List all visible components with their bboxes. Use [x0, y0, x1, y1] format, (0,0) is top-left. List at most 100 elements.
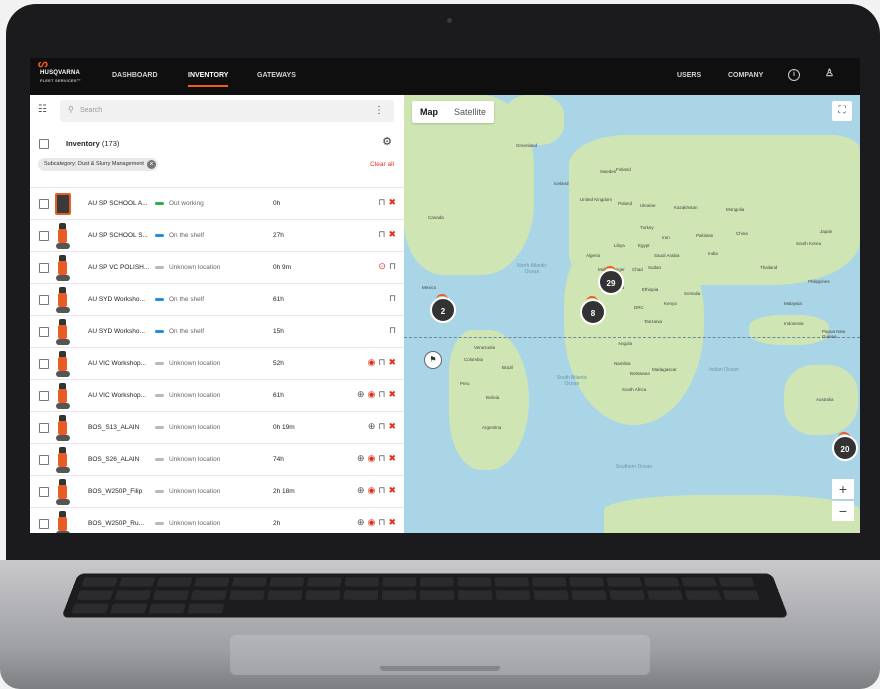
equator-line [404, 337, 860, 338]
tab-inventory[interactable]: INVENTORY [188, 72, 229, 87]
wrench-icon[interactable]: ✖ [388, 389, 396, 399]
select-all-checkbox[interactable] [39, 139, 49, 149]
row-checkbox[interactable] [39, 519, 49, 529]
table-row[interactable]: BOS_W250P_Ru... Unknown location 2h ⊕ ◉ ⊓ ✖ [30, 507, 404, 533]
row-checkbox[interactable] [39, 199, 49, 209]
eye-icon[interactable]: ◉ [368, 357, 376, 367]
lock-icon[interactable]: ⊓ [378, 453, 385, 463]
nav-users[interactable]: USERS [677, 72, 701, 79]
clock-icon[interactable]: ⊕ [357, 389, 365, 399]
clock-icon[interactable]: ⊕ [368, 421, 376, 431]
keyboard-key [267, 590, 303, 600]
lock-icon[interactable]: ⊓ [378, 421, 385, 431]
map-cluster-north-america[interactable]: 2 [430, 294, 456, 323]
keyboard-key [382, 577, 417, 587]
table-row[interactable]: AU VIC Workshop... Unknown location 52h … [30, 347, 404, 380]
wrench-icon[interactable]: ✖ [388, 453, 396, 463]
info-icon[interactable]: i [788, 69, 800, 81]
table-row[interactable]: AU SP VC POLISH... Unknown location 0h 9… [30, 251, 404, 284]
map-cluster-northern-europe[interactable]: 29 [598, 266, 624, 295]
remove-filter-icon[interactable]: × [146, 160, 156, 169]
lock-icon[interactable]: ⊓ [389, 261, 396, 271]
map-country-label: DRC [634, 305, 644, 310]
row-checkbox[interactable] [39, 295, 49, 305]
eye-icon[interactable]: ◉ [368, 517, 376, 527]
tab-dashboard[interactable]: DASHBOARD [112, 72, 158, 79]
map-country-label: India [708, 251, 718, 256]
table-row[interactable]: AU VIC Workshop... Unknown location 61h … [30, 379, 404, 412]
wrench-icon[interactable]: ✖ [388, 485, 396, 495]
operating-hours: 15h [273, 328, 284, 335]
row-actions: ⊕ ⊓ ✖ [365, 421, 396, 432]
wrench-icon[interactable]: ✖ [388, 229, 396, 239]
table-row[interactable]: AU SP SCHOOL S... On the shelf 27h ⊓ ✖ [30, 219, 404, 252]
table-row[interactable]: AU SYD Worksho... On the shelf 15h ⊓ [30, 315, 404, 348]
row-checkbox[interactable] [39, 391, 49, 401]
search-input[interactable]: Search [80, 107, 102, 114]
table-row[interactable]: BOS_W250P_Filip Unknown location 2h 18m … [30, 475, 404, 508]
status-badge: On the shelf [155, 296, 204, 303]
status-dot [155, 329, 164, 333]
clock-icon[interactable]: ⊕ [357, 485, 365, 495]
keyboard-key [571, 590, 607, 600]
clock-icon[interactable]: ⊕ [357, 517, 365, 527]
lock-icon[interactable]: ⊓ [389, 325, 396, 335]
status-badge: Out working [155, 200, 204, 207]
machine-pin-icon[interactable]: ⚑ [424, 351, 442, 369]
filter-chip[interactable]: Subcategory: Dust & Slurry Management × [38, 158, 158, 171]
table-row[interactable]: AU SP SCHOOL A... Out working 0h ⊓ ✖ [30, 187, 404, 220]
table-row[interactable]: AU SYD Worksho... On the shelf 61h ⊓ [30, 283, 404, 316]
row-checkbox[interactable] [39, 455, 49, 465]
greenland-land [504, 95, 564, 145]
clear-all-link[interactable]: Clear all [370, 161, 394, 168]
settings-gear-icon[interactable]: ⚙ [382, 135, 392, 148]
row-checkbox[interactable] [39, 359, 49, 369]
tab-gateways[interactable]: GATEWAYS [257, 72, 296, 79]
row-checkbox[interactable] [39, 327, 49, 337]
lock-icon[interactable]: ⊓ [378, 485, 385, 495]
wrench-icon[interactable]: ✖ [388, 517, 396, 527]
inventory-count: (173) [101, 139, 120, 148]
keyboard-key [606, 577, 642, 587]
husqvarna-logo[interactable]: ᔕ HUSQVARNA FLEET SERVICES™ [38, 59, 81, 84]
lock-icon[interactable]: ⊓ [389, 293, 396, 303]
more-options-icon[interactable]: ⋮ [374, 105, 384, 116]
inventory-header: Inventory (173) [66, 139, 119, 148]
map-country-label: Finland [616, 167, 631, 172]
lock-icon[interactable]: ⊓ [378, 389, 385, 399]
zoom-out-button[interactable]: − [832, 501, 854, 521]
lock-icon[interactable]: ⊓ [378, 517, 385, 527]
lock-icon[interactable]: ⊓ [378, 357, 385, 367]
zoom-in-button[interactable]: + [832, 479, 854, 499]
clock-icon[interactable]: ⊕ [357, 453, 365, 463]
user-icon[interactable]: ♙ [825, 68, 834, 79]
map-view[interactable]: Greenland Iceland Sweden Finland United King… [404, 95, 860, 533]
row-checkbox[interactable] [39, 487, 49, 497]
wrench-icon[interactable]: ✖ [388, 357, 396, 367]
alert-icon[interactable]: ⊙ [378, 261, 386, 271]
filter-icon[interactable]: ☷ [38, 104, 47, 115]
row-checkbox[interactable] [39, 423, 49, 433]
lock-icon[interactable]: ⊓ [378, 197, 385, 207]
tab-map[interactable]: Map [412, 101, 446, 123]
keyboard-key [71, 603, 110, 614]
search-bar[interactable]: ⚲ Search ⋮ [60, 100, 394, 122]
row-checkbox[interactable] [39, 263, 49, 273]
map-cluster-southern-europe[interactable]: 8 [580, 296, 606, 325]
table-row[interactable]: BOS_S13_ALAIN Unknown location 0h 19m ⊕ ⊓… [30, 411, 404, 444]
map-cluster-australia[interactable]: 20 [832, 432, 858, 461]
row-checkbox[interactable] [39, 231, 49, 241]
map-country-label: Philippines [808, 279, 830, 284]
fullscreen-icon[interactable]: ⛶ [832, 101, 852, 121]
wrench-icon[interactable]: ✖ [388, 421, 396, 431]
lock-icon[interactable]: ⊓ [378, 229, 385, 239]
eye-icon[interactable]: ◉ [368, 485, 376, 495]
wrench-icon[interactable]: ✖ [388, 197, 396, 207]
map-country-label: Venezuela [474, 345, 496, 350]
map-country-label: Iran [662, 235, 670, 240]
tab-satellite[interactable]: Satellite [446, 101, 494, 123]
table-row[interactable]: BOS_S26_ALAIN Unknown location 74h ⊕ ◉ ⊓ ✖ [30, 443, 404, 476]
eye-icon[interactable]: ◉ [368, 389, 376, 399]
eye-icon[interactable]: ◉ [368, 453, 376, 463]
nav-company[interactable]: COMPANY [728, 72, 763, 79]
